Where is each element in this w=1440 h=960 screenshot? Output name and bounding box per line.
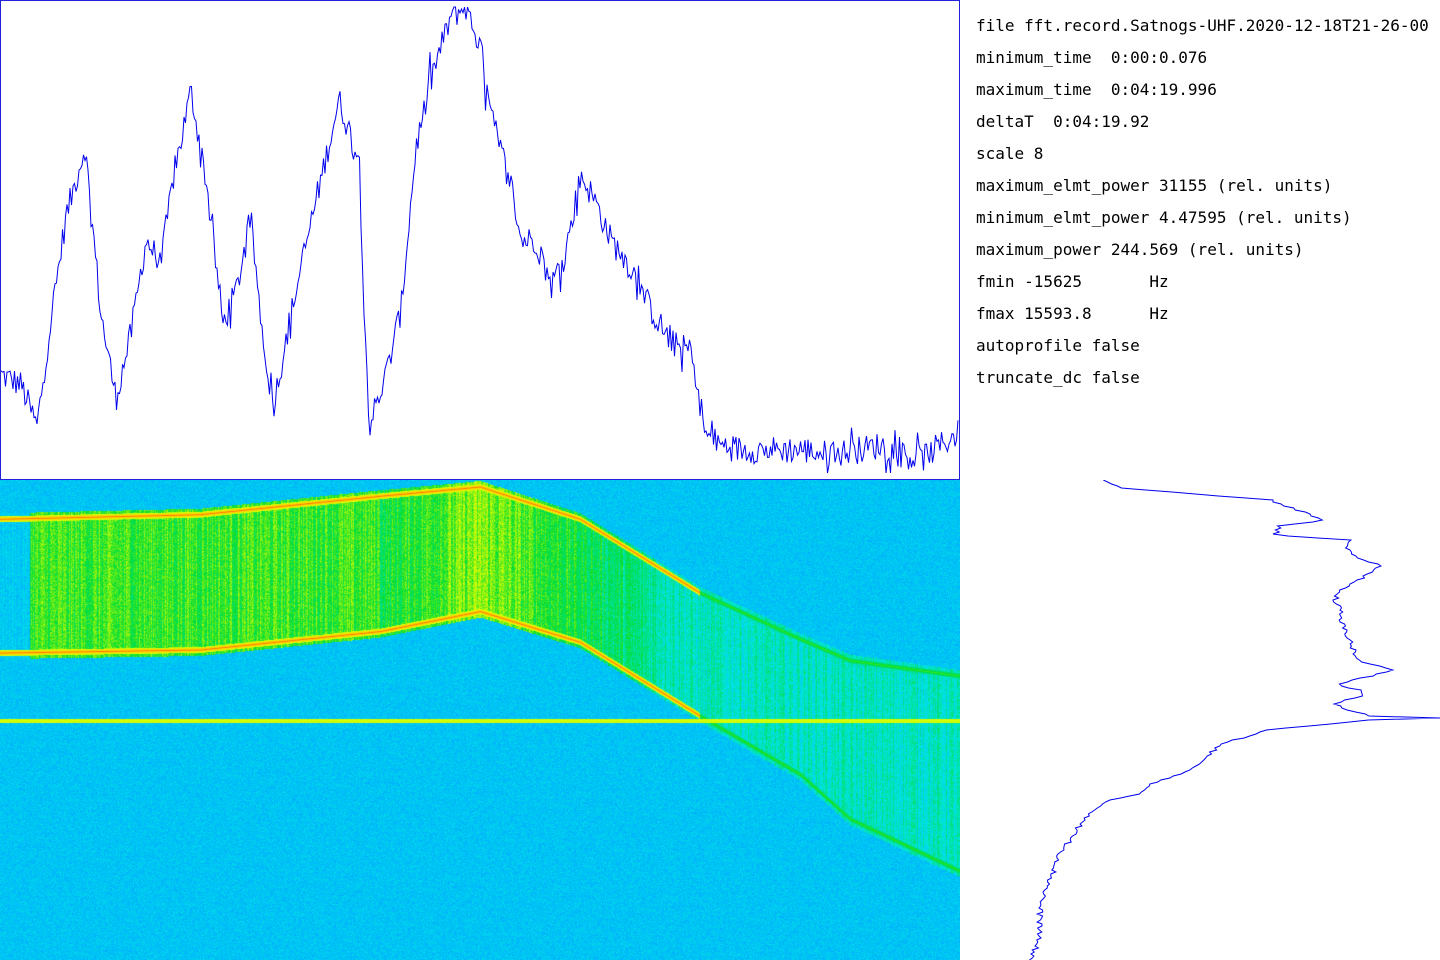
time-profile-series-line — [1, 6, 959, 474]
time-power-profile-plot — [1, 6, 959, 474]
info-maximum-time: maximum_time 0:04:19.996 — [976, 80, 1217, 99]
info-panel: file fft.record.Satnogs-UHF.2020-12-18T2… — [976, 10, 1440, 410]
frequency-power-profile-chart — [1029, 480, 1440, 960]
info-delta-t: deltaT 0:04:19.92 — [976, 112, 1150, 131]
info-fmin: fmin -15625 Hz — [976, 272, 1169, 291]
info-maximum-power: maximum_power 244.569 (rel. units) — [976, 240, 1304, 259]
info-fmax: fmax 15593.8 Hz — [976, 304, 1169, 323]
info-minimum-time: minimum_time 0:00:0.076 — [976, 48, 1208, 67]
frequency-profile-series-line — [1029, 480, 1440, 960]
time-power-profile-chart — [0, 0, 960, 480]
info-truncate-dc: truncate_dc false — [976, 368, 1140, 387]
waterfall-spectrogram — [0, 480, 960, 960]
info-minimum-elmt-power: minimum_elmt_power 4.47595 (rel. units) — [976, 208, 1352, 227]
info-file: file fft.record.Satnogs-UHF.2020-12-18T2… — [976, 16, 1429, 35]
info-autoprofile: autoprofile false — [976, 336, 1140, 355]
info-scale: scale 8 — [976, 144, 1044, 163]
info-maximum-elmt-power: maximum_elmt_power 31155 (rel. units) — [976, 176, 1333, 195]
